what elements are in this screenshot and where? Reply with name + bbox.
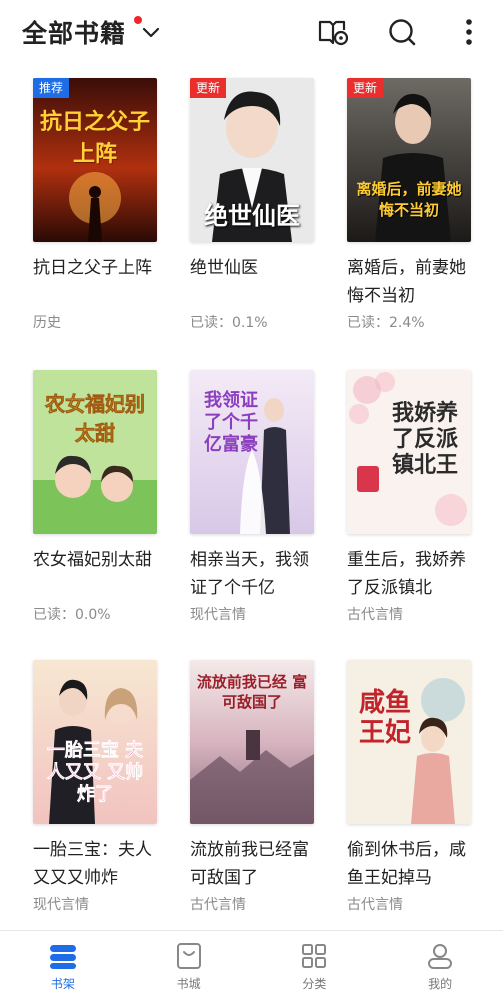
book-item[interactable]: 咸鱼王妃 偷到休书后，咸鱼王妃掉马 古代言情	[347, 660, 471, 916]
book-title: 绝世仙医	[190, 258, 258, 278]
cover-title-text: 农女福妃别太甜	[45, 392, 146, 446]
nav-profile[interactable]: 我的	[377, 931, 503, 1000]
book-meta: 古代言情	[347, 897, 403, 913]
book-title: 离婚后，前妻她悔不当初	[347, 258, 466, 306]
nav-label: 分类	[302, 977, 327, 991]
bottom-navigation: 书架 书城 分类 我的	[0, 930, 503, 1000]
book-cover[interactable]: 流放前我已经 富可敌国了	[190, 660, 314, 824]
book-meta: 古代言情	[190, 897, 246, 913]
top-header: 全部书籍	[0, 0, 503, 64]
book-meta: 已读：0.0%	[33, 607, 111, 623]
book-cover[interactable]: 我娇养了反派镇北王	[347, 370, 471, 534]
book-cover[interactable]: 更新 离婚后，前妻她 悔不当初	[347, 78, 471, 242]
nav-label: 书城	[176, 977, 201, 991]
book-item[interactable]: 农女福妃别太甜 农女福妃别太甜 已读：0.0%	[33, 370, 157, 626]
book-item[interactable]: 流放前我已经 富可敌国了 流放前我已经富可敌国了 古代言情	[190, 660, 314, 916]
update-badge: 更新	[347, 78, 384, 98]
book-title: 相亲当天，我领证了个千亿	[190, 550, 309, 598]
nav-bookstore[interactable]: 书城	[126, 931, 252, 1000]
category-icon	[302, 944, 327, 968]
book-title: 抗日之父子上阵	[33, 258, 152, 278]
recommend-badge: 推荐	[33, 78, 70, 98]
search-button[interactable]	[384, 14, 420, 50]
book-meta: 已读：2.4%	[347, 315, 425, 331]
book-title: 偷到休书后，咸鱼王妃掉马	[347, 840, 466, 888]
update-badge: 更新	[190, 78, 227, 98]
book-title: 农女福妃别太甜	[33, 550, 152, 570]
profile-icon	[428, 944, 453, 969]
book-item[interactable]: 我领证了个千亿富豪 相亲当天，我领证了个千亿 现代言情	[190, 370, 314, 626]
book-title: 重生后，我娇养了反派镇北	[347, 550, 466, 598]
book-meta: 古代言情	[347, 607, 403, 623]
search-icon	[389, 19, 416, 46]
book-title: 一胎三宝：夫人又又又帅炸	[33, 840, 152, 888]
book-manage-button[interactable]	[315, 14, 351, 50]
more-icon	[466, 19, 472, 45]
book-item[interactable]: 我娇养了反派镇北王 重生后，我娇养了反派镇北 古代言情	[347, 370, 471, 626]
book-item[interactable]: 更新 离婚后，前妻她 悔不当初 离婚后，前妻她悔不当初 已读：2.4%	[347, 78, 471, 334]
nav-label: 我的	[428, 977, 453, 991]
book-cover[interactable]: 一胎三宝 夫人又又 又帅炸了	[33, 660, 157, 824]
bookstore-icon	[176, 943, 201, 969]
nav-bookshelf[interactable]: 书架	[0, 931, 126, 1000]
bookshelf-icon	[49, 945, 76, 969]
cover-title-text: 抗日之父子上阵	[39, 109, 150, 167]
book-item[interactable]: 一胎三宝 夫人又又 又帅炸了 一胎三宝：夫人又又又帅炸 现代言情	[33, 660, 157, 916]
book-meta: 现代言情	[33, 897, 89, 913]
book-title: 流放前我已经富可敌国了	[190, 840, 309, 888]
book-item[interactable]: 更新 绝世仙医 绝世仙医 已读：0.1%	[190, 78, 314, 334]
book-meta: 现代言情	[190, 607, 246, 623]
more-button[interactable]	[451, 14, 487, 50]
nav-category[interactable]: 分类	[252, 931, 378, 1000]
book-cover[interactable]: 推荐 抗日之父子上阵	[33, 78, 157, 242]
book-cover[interactable]: 更新 绝世仙医	[190, 78, 314, 242]
page-title: 全部书籍	[22, 19, 127, 48]
cover-title-text: 咸鱼王妃	[358, 688, 411, 748]
shelf-filter-dropdown[interactable]: 全部书籍	[22, 14, 160, 50]
book-cover[interactable]: 我领证了个千亿富豪	[190, 370, 314, 534]
cover-title-text: 流放前我已经 富可敌国了	[196, 673, 308, 711]
book-item[interactable]: 推荐 抗日之父子上阵 抗日之父子上阵 历史	[33, 78, 157, 334]
book-meta: 历史	[33, 315, 61, 331]
chevron-down-icon	[142, 27, 160, 38]
book-cover[interactable]: 农女福妃别太甜	[33, 370, 157, 534]
book-cover[interactable]: 咸鱼王妃	[347, 660, 471, 824]
cover-title-text: 我娇养了反派镇北王	[391, 400, 458, 478]
nav-label: 书架	[50, 977, 75, 991]
cover-title-text: 我领证了个千亿富豪	[204, 390, 258, 455]
notification-dot	[134, 16, 142, 24]
cover-title-text: 离婚后，前妻她 悔不当初	[356, 180, 462, 219]
cover-title-text: 绝世仙医	[204, 201, 300, 230]
book-manage-icon	[318, 20, 349, 46]
cover-title-text: 一胎三宝 夫人又又 又帅炸了	[46, 740, 144, 806]
book-meta: 已读：0.1%	[190, 315, 268, 331]
